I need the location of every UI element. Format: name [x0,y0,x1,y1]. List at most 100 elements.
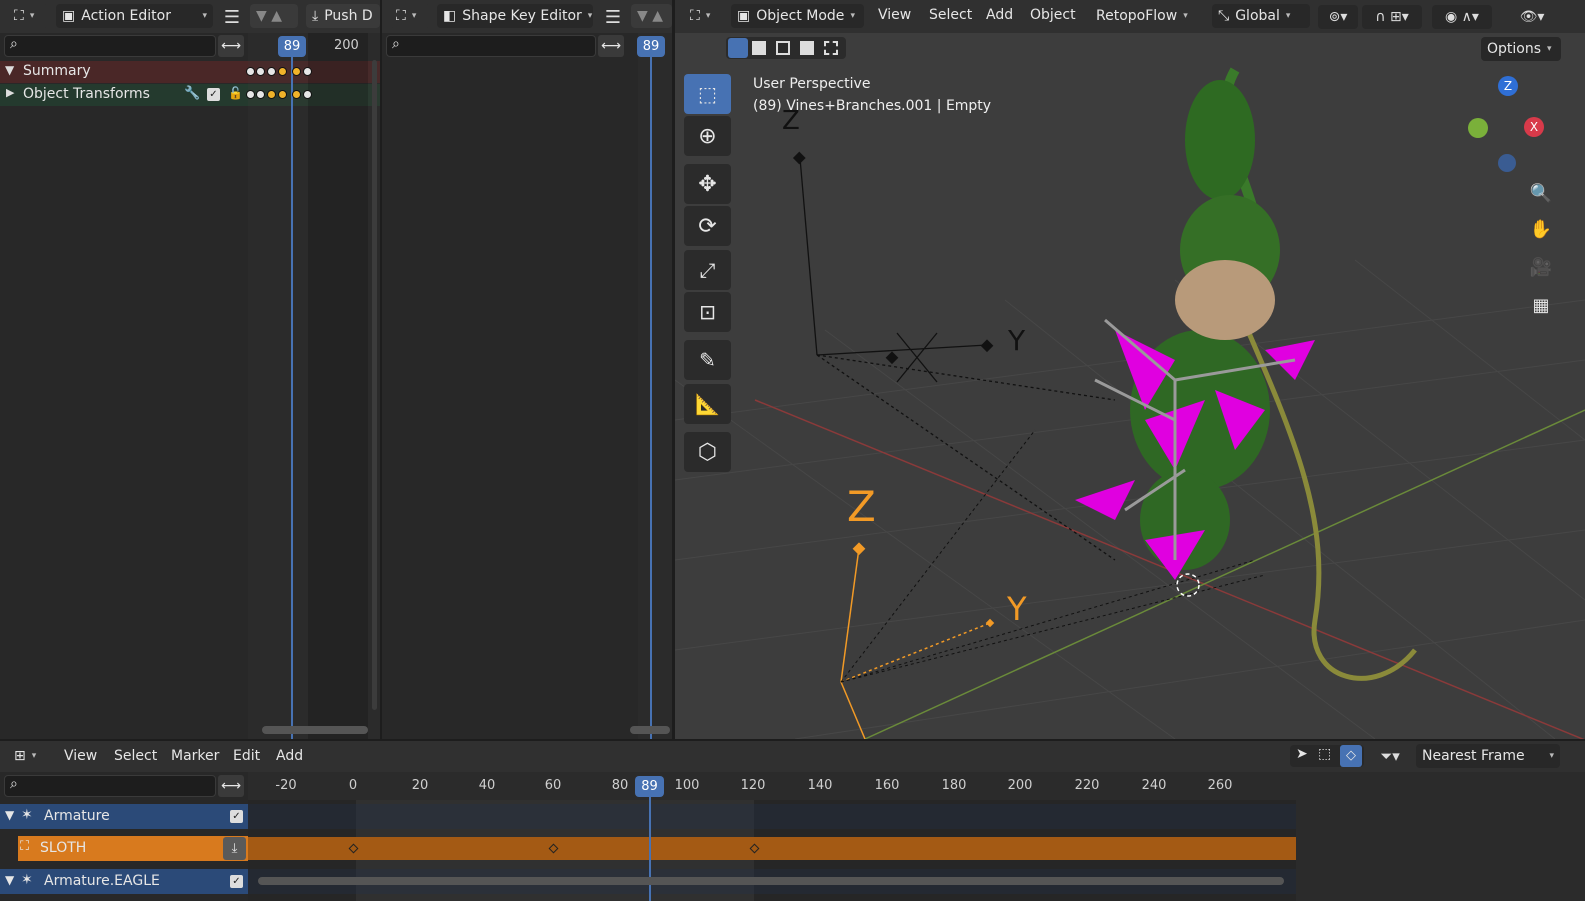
expand-triangle-icon[interactable]: ▼ [5,808,14,822]
current-frame-badge[interactable]: 89 [278,36,306,57]
options-dropdown[interactable]: Options ▾ [1481,37,1561,61]
keyframe[interactable] [267,67,276,76]
menu-view[interactable]: View [64,748,97,764]
menu-add[interactable]: Add [986,7,1013,23]
summary-channel[interactable]: ▼ Summary [0,61,248,83]
layer-nav-buttons[interactable]: ▼ ▲ [250,4,298,28]
shape-key-timeline[interactable] [638,33,672,739]
swap-arrows-icon[interactable]: ⟷ [218,35,244,57]
menu-select[interactable]: Select [114,748,157,764]
camera-icon[interactable]: 🎥 [1524,250,1558,284]
wrench-icon[interactable]: 🔧 [184,86,200,101]
object-mode-dropdown[interactable]: ▣ Object Mode ▾ [731,4,864,28]
gizmo-x-axis[interactable]: X [1524,117,1544,137]
menu-view[interactable]: View [878,7,911,23]
action-search-input[interactable]: ⌕ [4,35,216,57]
scale-tool[interactable]: ⤢ [684,250,731,290]
shape-key-mode-dropdown[interactable]: ◧ Shape Key Editor ▾ [437,4,593,28]
keyframe-selected[interactable] [267,90,276,99]
editor-type-dropdown[interactable]: ⊞ ▾ [8,744,48,768]
collapse-triangle-icon[interactable]: ▶ [6,86,14,99]
current-frame-badge[interactable]: 89 [635,776,664,797]
gizmo-z-axis[interactable]: Z [1498,76,1518,96]
enabled-checkbox[interactable]: ✓ [230,810,243,823]
proportional-edit-icon[interactable]: ◉ ∧▾ [1432,5,1492,29]
snap-mode-dropdown[interactable]: Nearest Frame ▾ [1416,744,1560,768]
pan-hand-icon[interactable]: ✋ [1524,212,1558,246]
keyframe-selected[interactable] [278,90,287,99]
snap-icon[interactable]: ∩ ⊞▾ [1362,5,1422,29]
retopoflow-dropdown[interactable]: RetopoFlow ▾ [1090,4,1194,28]
keyframe[interactable] [303,67,312,76]
funnel-filter-icon[interactable]: ⏷▾ [1370,745,1410,767]
orientation-gizmo[interactable]: Z X [1462,72,1552,178]
action-editor-mode-dropdown[interactable]: ▣ Action Editor ▾ [56,4,213,28]
keyframe-selected[interactable] [292,67,301,76]
zoom-icon[interactable]: 🔍 [1524,176,1558,210]
gizmo-y-axis[interactable] [1468,118,1488,138]
select-intersect-icon[interactable] [824,41,838,55]
menu-select[interactable]: Select [929,7,972,23]
swap-arrows-icon[interactable]: ⟷ [218,775,244,797]
nla-search-input[interactable]: ⌕ [4,775,216,797]
horizontal-scrollbar[interactable] [258,877,1284,885]
horizontal-scrollbar[interactable] [630,726,670,734]
horizontal-scrollbar[interactable] [262,726,368,734]
armature-eagle-channel[interactable]: ▼ ✶ Armature.EAGLE ✓ [0,869,248,894]
select-box-tool[interactable]: ⬚ [684,74,731,114]
sloth-action-channel[interactable]: ⛶ SLOTH ⤓ [18,836,248,861]
measure-tool[interactable]: 📐 [684,384,731,424]
editor-type-dropdown[interactable]: ⛶ ▾ [684,4,724,28]
menu-object[interactable]: Object [1030,7,1076,23]
keyframe-filter-icon[interactable]: ◇ [1340,745,1362,767]
hamburger-menu-icon[interactable]: ☰ [220,6,244,28]
move-tool[interactable]: ✥ [684,164,731,204]
transform-tool[interactable]: ⊡ [684,292,731,332]
editor-type-dropdown[interactable]: ⛶ ▾ [390,4,430,28]
current-frame-badge[interactable]: 89 [637,36,665,57]
keyframe-selected[interactable] [292,90,301,99]
select-new-icon[interactable] [728,38,748,58]
rotate-tool[interactable]: ⟳ [684,206,731,246]
hamburger-menu-icon[interactable]: ☰ [601,6,625,28]
selection-mode-buttons[interactable] [726,37,846,59]
enabled-checkbox[interactable]: ✓ [207,88,220,101]
nla-filter-buttons[interactable]: ➤ ⬚ ◇ [1290,745,1364,767]
annotate-tool[interactable]: ✎ [684,340,731,380]
menu-marker[interactable]: Marker [171,748,219,764]
vertical-scrollbar[interactable] [372,60,377,710]
keyframe[interactable] [256,67,265,76]
transform-orientation-dropdown[interactable]: ⤡ Global ▾ [1212,4,1310,28]
lock-icon[interactable]: 🔓 [228,86,243,100]
action-editor-timeline[interactable] [248,33,380,739]
cursor-tool[interactable]: ⊕ [684,116,731,156]
expand-triangle-icon[interactable]: ▼ [5,63,14,77]
visibility-eye-icon[interactable]: 👁▾ [1512,5,1552,29]
add-cube-tool[interactable]: ⬡ [684,432,731,472]
pivot-point-icon[interactable]: ⊚▾ [1318,5,1358,29]
enabled-checkbox[interactable]: ✓ [230,875,243,888]
shape-key-nav-buttons[interactable]: ▼ ▲ [631,4,672,28]
keyframe-selected[interactable] [278,67,287,76]
keyframe[interactable] [303,90,312,99]
push-down-icon[interactable]: ⤓ [223,837,246,860]
cursor-filter-icon[interactable]: ➤ [1296,746,1308,762]
shape-key-search-input[interactable]: ⌕ [386,35,596,57]
select-invert-icon[interactable] [800,41,814,55]
select-extend-icon[interactable] [752,41,766,55]
object-transforms-channel[interactable]: ▶ Object Transforms 🔧 ✓ 🔓 [0,84,248,106]
select-subtract-icon[interactable] [776,41,790,55]
expand-triangle-icon[interactable]: ▼ [5,873,14,887]
menu-add[interactable]: Add [276,748,303,764]
keyframe[interactable] [246,90,255,99]
perspective-grid-icon[interactable]: ▦ [1524,288,1558,322]
box-filter-icon[interactable]: ⬚ [1318,746,1331,762]
keyframe[interactable] [256,90,265,99]
armature-channel[interactable]: ▼ ✶ Armature ✓ [0,804,248,829]
keyframe[interactable] [246,67,255,76]
menu-edit[interactable]: Edit [233,748,260,764]
editor-type-dropdown[interactable]: ⛶ ▾ [8,4,48,28]
sloth-action-strip[interactable] [248,837,1296,860]
push-down-button[interactable]: ⤓ Push D [306,4,380,28]
gizmo-neg-z-axis[interactable] [1498,154,1516,172]
